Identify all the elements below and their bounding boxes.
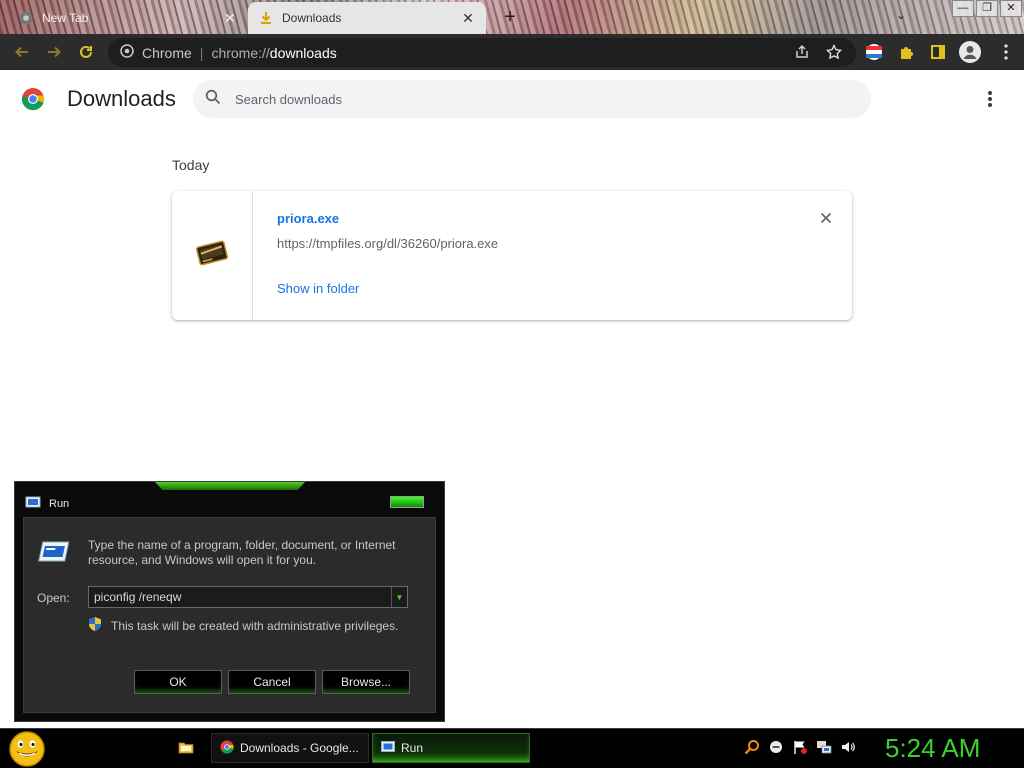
show-in-folder-link[interactable]: Show in folder xyxy=(277,281,359,296)
share-icon[interactable] xyxy=(792,42,812,62)
admin-note-text: This task will be created with administr… xyxy=(111,618,399,633)
search-icon xyxy=(205,89,221,110)
search-box[interactable] xyxy=(193,80,871,118)
page-title: Downloads xyxy=(67,86,176,111)
tab-downloads[interactable]: Downloads ✕ xyxy=(248,2,486,34)
run-icon xyxy=(381,741,395,755)
address-bar[interactable]: Chrome | chrome://downloads xyxy=(108,38,856,67)
file-source-url: https://tmpfiles.org/dl/36260/priora.exe xyxy=(277,236,499,251)
taskbar-item-label: Run xyxy=(401,741,424,755)
chevron-down-icon[interactable]: ▼ xyxy=(391,587,407,607)
open-label: Open: xyxy=(37,591,70,605)
search-input[interactable] xyxy=(235,91,835,107)
tab-title: New Tab xyxy=(42,11,89,25)
forward-arrow-icon[interactable] xyxy=(44,42,64,62)
back-arrow-icon[interactable] xyxy=(12,42,32,62)
start-button[interactable] xyxy=(8,731,46,767)
open-combobox[interactable]: ▼ xyxy=(88,586,408,608)
file-explorer-icon[interactable] xyxy=(178,740,194,754)
chrome-logo-icon xyxy=(21,87,45,111)
action-center-flag-icon[interactable] xyxy=(792,739,808,755)
extensions-puzzle-icon[interactable] xyxy=(896,42,916,62)
bookmark-star-icon[interactable] xyxy=(824,42,844,62)
run-program-icon xyxy=(38,541,70,568)
reload-icon[interactable] xyxy=(76,42,96,62)
run-body: Type the name of a program, folder, docu… xyxy=(23,517,436,713)
open-input[interactable] xyxy=(89,590,391,604)
taskbar-clock[interactable]: 5:24 AM xyxy=(885,733,980,764)
downloads-header: Downloads xyxy=(0,70,1024,128)
minimize-button[interactable]: — xyxy=(952,0,974,17)
profile-flag-icon[interactable] xyxy=(864,42,884,62)
file-icon-cell xyxy=(172,191,253,320)
url-host: downloads xyxy=(269,44,337,61)
chrome-site-icon xyxy=(120,44,134,61)
window-controls: — ❐ ✕ xyxy=(952,0,1022,18)
taskbar-item-label: Downloads - Google... xyxy=(240,741,359,755)
run-title: Run xyxy=(49,498,70,510)
taskbar: Downloads - Google... Run 5:24 AM xyxy=(0,728,1024,768)
system-tray xyxy=(744,739,856,755)
file-name-link[interactable]: priora.exe xyxy=(277,211,339,226)
chrome-icon xyxy=(18,10,34,26)
title-glow-decoration xyxy=(155,482,305,490)
admin-privileges-note: This task will be created with administr… xyxy=(88,616,398,635)
network-icon[interactable] xyxy=(816,739,832,755)
tab-search-chevron-icon[interactable]: ⌄ xyxy=(896,8,906,22)
close-tab-icon[interactable]: ✕ xyxy=(222,10,238,26)
new-tab-button[interactable]: + xyxy=(498,5,522,29)
minus-circle-icon[interactable] xyxy=(768,739,784,755)
close-tab-icon[interactable]: ✕ xyxy=(460,10,476,26)
date-section-heading: Today xyxy=(172,157,210,173)
browser-toolbar: Chrome | chrome://downloads xyxy=(0,34,1024,70)
tab-title: Downloads xyxy=(282,11,342,25)
maximize-button[interactable]: ❐ xyxy=(976,0,998,17)
download-item-card: priora.exe https://tmpfiles.org/dl/36260… xyxy=(172,191,852,320)
download-icon xyxy=(258,10,274,26)
cancel-button[interactable]: Cancel xyxy=(228,670,316,694)
more-actions-icon[interactable] xyxy=(980,88,1000,110)
run-description: Type the name of a program, folder, docu… xyxy=(88,538,396,567)
url-scheme: chrome:// xyxy=(211,44,270,61)
executable-file-icon xyxy=(195,238,229,273)
search-icon[interactable] xyxy=(744,739,760,755)
tab-strip: New Tab ✕ Downloads ✕ + ⌄ — ❐ ✕ xyxy=(0,0,1024,34)
close-window-button[interactable]: ✕ xyxy=(1000,0,1022,17)
taskbar-item-chrome[interactable]: Downloads - Google... xyxy=(211,733,369,763)
account-avatar-icon[interactable] xyxy=(958,40,982,64)
run-titlebar[interactable]: Run xyxy=(15,492,444,516)
tab-new-tab[interactable]: New Tab ✕ xyxy=(8,2,248,34)
chrome-menu-icon[interactable] xyxy=(996,42,1016,62)
site-label: Chrome xyxy=(142,44,192,61)
run-close-button[interactable] xyxy=(390,496,424,508)
run-dialog: Run Type the name of a program, folder, … xyxy=(14,481,445,722)
chrome-icon xyxy=(220,740,234,757)
uac-shield-icon xyxy=(88,616,102,635)
side-panel-icon[interactable] xyxy=(928,42,948,62)
omnibox-separator: | xyxy=(199,44,204,61)
taskbar-item-run[interactable]: Run xyxy=(372,733,530,763)
browse-button[interactable]: Browse... xyxy=(322,670,410,694)
ok-button[interactable]: OK xyxy=(134,670,222,694)
remove-download-icon[interactable] xyxy=(816,208,836,228)
run-icon xyxy=(25,495,41,513)
volume-icon[interactable] xyxy=(840,739,856,755)
